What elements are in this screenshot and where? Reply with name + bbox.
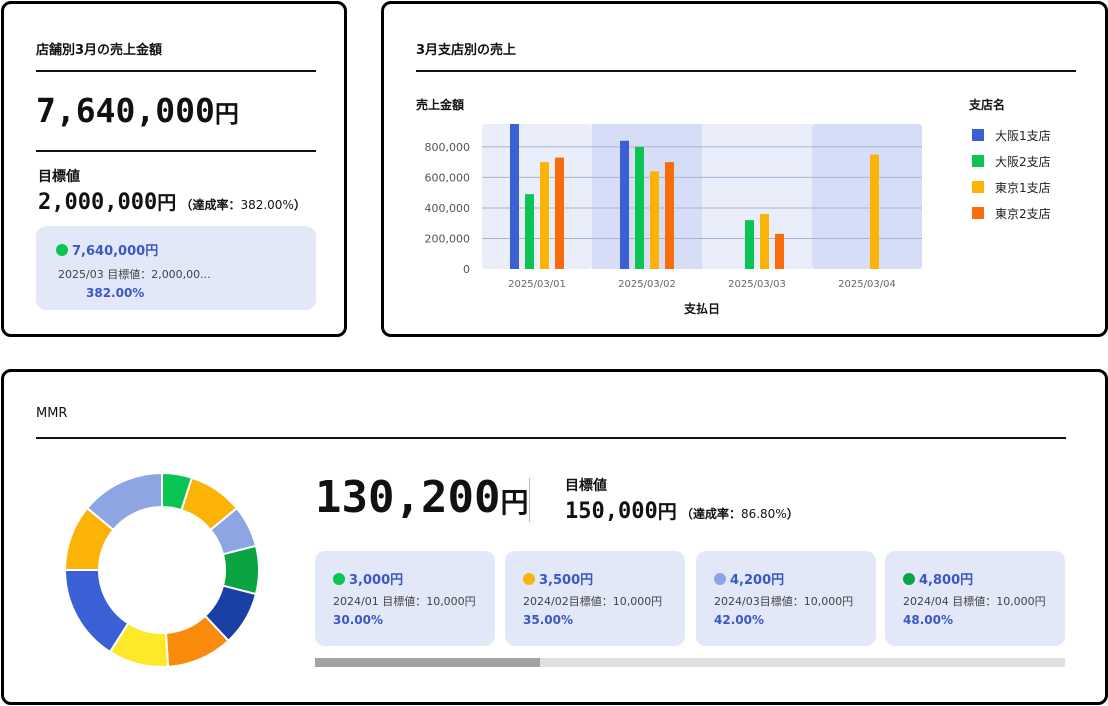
store-sales-title: 店舗別3月の売上金額	[36, 43, 163, 58]
legend-title: 支店名	[968, 97, 1005, 112]
progress-scrollbar-thumb[interactable]	[315, 658, 540, 667]
month-card-pct: 30.00%	[333, 613, 383, 627]
plot-band	[592, 124, 702, 269]
x-tick-label: 2025/03/02	[618, 279, 676, 290]
legend-entry: 東京2支店	[995, 207, 1051, 221]
title-divider	[36, 437, 1066, 439]
legend-swatch	[972, 181, 984, 193]
month-card-pct: 42.00%	[714, 613, 764, 627]
status-dot-icon	[714, 573, 726, 585]
x-tick-label: 2025/03/01	[508, 279, 566, 290]
month-summary-pct: 382.00%	[86, 286, 145, 300]
month-card-value: 4,200円	[714, 569, 784, 588]
status-dot-icon	[523, 573, 535, 585]
x-tick-label: 2025/03/03	[728, 279, 786, 290]
month-summary-sub: 2025/03 目標値：2,000,00...	[58, 268, 211, 281]
month-card-value: 4,800円	[903, 569, 973, 588]
status-dot-icon	[56, 244, 68, 256]
month-card[interactable]: 3,500円 2024/02目標値：10,000円 35.00%	[505, 551, 685, 646]
bar	[745, 220, 754, 269]
month-card[interactable]: 4,200円 2024/03目標値：10,000円 42.00%	[696, 551, 876, 646]
y-tick-label: 0	[463, 263, 470, 276]
month-card-sub: 2024/02目標値：10,000円	[523, 595, 663, 608]
target-amount: 2,000,000円 （達成率：382.00%）	[38, 190, 306, 215]
mmr-target-label: 目標値	[565, 478, 607, 494]
store-sales-card: 店舗別3月の売上金額 7,640,000円 目標値 2,000,000円 （達成…	[1, 1, 347, 337]
legend-swatch	[972, 207, 984, 219]
plot-band	[482, 124, 592, 269]
month-card-pct: 48.00%	[903, 613, 953, 627]
x-axis-label: 支払日	[683, 301, 720, 316]
y-tick-label: 600,000	[425, 171, 471, 184]
bar	[510, 124, 519, 269]
branch-sales-card: 3月支店別の売上 0 200,000 400,000 600,000 800,000 20…	[381, 1, 1108, 337]
month-card-sub: 2024/01 目標値：10,000円	[333, 595, 476, 608]
mmr-title: MMR	[36, 406, 68, 421]
title-divider	[36, 70, 316, 72]
bar	[555, 157, 564, 269]
bar	[620, 140, 629, 269]
bar	[665, 162, 674, 269]
bar	[760, 214, 769, 269]
legend-swatch	[972, 129, 984, 141]
status-dot-icon	[333, 573, 345, 585]
donut-slice	[63, 569, 130, 654]
month-card[interactable]: 4,800円 2024/04 目標値：10,000円 48.00%	[885, 551, 1065, 646]
store-sales-amount: 7,640,000円	[36, 91, 239, 130]
month-card-value: 3,000円	[333, 569, 403, 588]
bar	[650, 171, 659, 269]
legend-entry: 東京1支店	[995, 181, 1051, 195]
bar	[775, 233, 784, 269]
plot-band	[812, 124, 922, 269]
y-axis-label: 売上金額	[416, 97, 464, 112]
bar	[540, 162, 549, 269]
month-card[interactable]: 3,000円 2024/01 目標値：10,000円 30.00%	[315, 551, 495, 646]
bar	[525, 194, 534, 269]
month-card-sub: 2024/04 目標値：10,000円	[903, 595, 1046, 608]
y-tick-label: 800,000	[425, 141, 471, 154]
month-summary-card[interactable]: 7,640,000円 2025/03 目標値：2,000,00... 382.0…	[36, 226, 316, 310]
mmr-card: MMR 130,200円 目標値 150,000円 （達成率：86.80%） 3…	[1, 369, 1108, 705]
amount-divider	[36, 150, 316, 152]
y-tick-label: 200,000	[425, 232, 471, 245]
mmr-amount: 130,200円	[315, 472, 529, 523]
month-summary-value: 7,640,000円	[56, 240, 158, 259]
target-label: 目標値	[38, 169, 80, 185]
mmr-donut-chart	[63, 471, 260, 668]
y-tick-label: 400,000	[425, 202, 471, 215]
bar	[870, 154, 879, 269]
legend-entry: 大阪2支店	[995, 155, 1051, 169]
plot-band	[702, 124, 812, 269]
vertical-divider	[529, 478, 530, 522]
bar	[635, 146, 644, 269]
mmr-target-amount: 150,000円 （達成率：86.80%）	[565, 499, 799, 524]
x-tick-label: 2025/03/04	[838, 279, 896, 290]
month-card-value: 3,500円	[523, 569, 593, 588]
month-card-pct: 35.00%	[523, 613, 573, 627]
branch-sales-bar-chart: 0 200,000 400,000 600,000 800,000 2025/03/01 2…	[416, 97, 1051, 316]
legend-entry: 大阪1支店	[995, 129, 1051, 143]
legend-swatch	[972, 155, 984, 167]
status-dot-icon	[903, 573, 915, 585]
progress-scrollbar[interactable]	[315, 658, 1065, 667]
month-card-sub: 2024/03目標値：10,000円	[714, 595, 854, 608]
